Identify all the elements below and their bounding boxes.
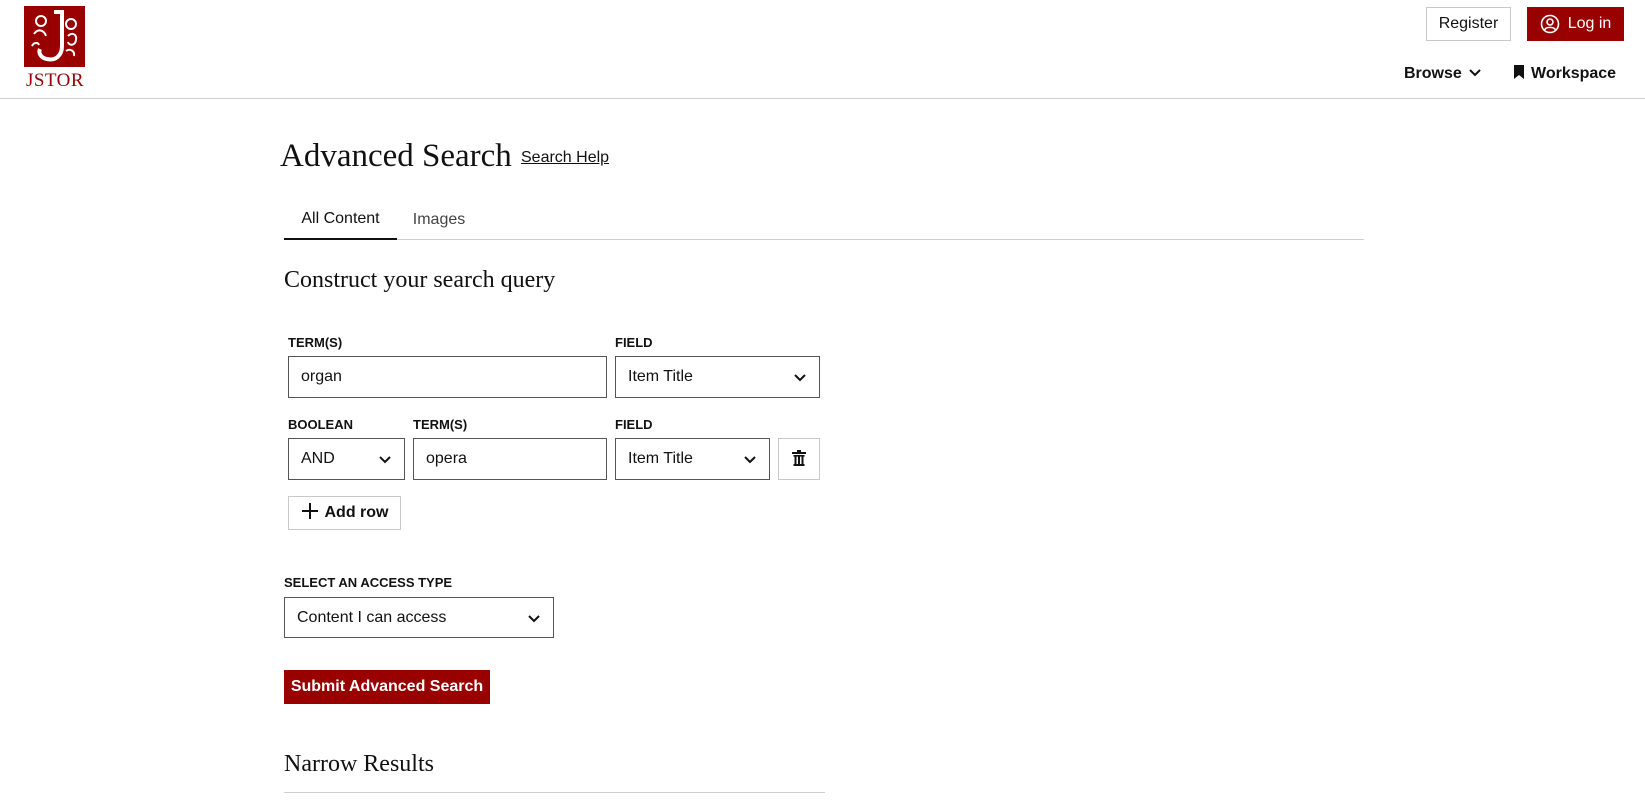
trash-icon [791, 449, 807, 469]
login-button[interactable]: Log in [1527, 7, 1624, 41]
user-circle-icon [1540, 14, 1560, 34]
chevron-down-icon [527, 611, 541, 625]
section-title: Construct your search query [284, 267, 556, 293]
access-type-select[interactable]: Content I can access [284, 597, 554, 638]
add-row-button[interactable]: Add row [288, 496, 401, 530]
tab-images[interactable]: Images [397, 200, 481, 240]
boolean-select[interactable]: AND [288, 438, 405, 480]
site-header: JSTOR Register Log in Browse Workspace [0, 0, 1645, 99]
terms-label-2: TERM(S) [413, 417, 468, 432]
bookmark-icon [1513, 64, 1525, 84]
chevron-down-icon [1468, 65, 1482, 84]
delete-row-button[interactable] [778, 438, 820, 480]
page-title: Advanced Search [280, 138, 512, 174]
access-type-value: Content I can access [297, 608, 447, 626]
chevron-down-icon [793, 370, 807, 384]
plus-icon [301, 502, 319, 525]
register-button[interactable]: Register [1426, 7, 1511, 41]
jstor-logo-mark [24, 6, 85, 67]
jstor-logo-text: JSTOR [25, 70, 85, 91]
chevron-down-icon [743, 452, 757, 466]
workspace-label: Workspace [1531, 65, 1617, 82]
boolean-label: BOOLEAN [288, 417, 353, 432]
field-select-1[interactable]: Item Title [615, 356, 820, 398]
field-select-2-value: Item Title [628, 450, 693, 467]
terms-input-1[interactable]: organ [288, 356, 607, 398]
access-type-label: SELECT AN ACCESS TYPE [284, 575, 453, 590]
narrow-results-divider [284, 792, 825, 793]
tab-all-content[interactable]: All Content [284, 200, 397, 240]
boolean-select-value: AND [301, 450, 335, 467]
field-label-2: FIELD [615, 417, 653, 432]
browse-menu[interactable]: Browse [1404, 62, 1482, 86]
field-label-1: FIELD [615, 335, 653, 350]
jstor-logo[interactable]: JSTOR [24, 6, 86, 92]
submit-advanced-search-button[interactable]: Submit Advanced Search [284, 670, 490, 704]
narrow-results-title: Narrow Results [284, 751, 434, 777]
search-help-link[interactable]: Search Help [521, 149, 609, 167]
field-select-2[interactable]: Item Title [615, 438, 770, 480]
workspace-link[interactable]: Workspace [1513, 62, 1616, 86]
content-tabs: All Content Images [284, 200, 1364, 240]
browse-label: Browse [1404, 65, 1462, 82]
add-row-label: Add row [324, 504, 389, 521]
terms-input-2[interactable]: opera [413, 438, 607, 480]
login-label: Log in [1567, 15, 1612, 32]
field-select-1-value: Item Title [628, 368, 693, 385]
terms-label-1: TERM(S) [288, 335, 343, 350]
chevron-down-icon [378, 452, 392, 466]
